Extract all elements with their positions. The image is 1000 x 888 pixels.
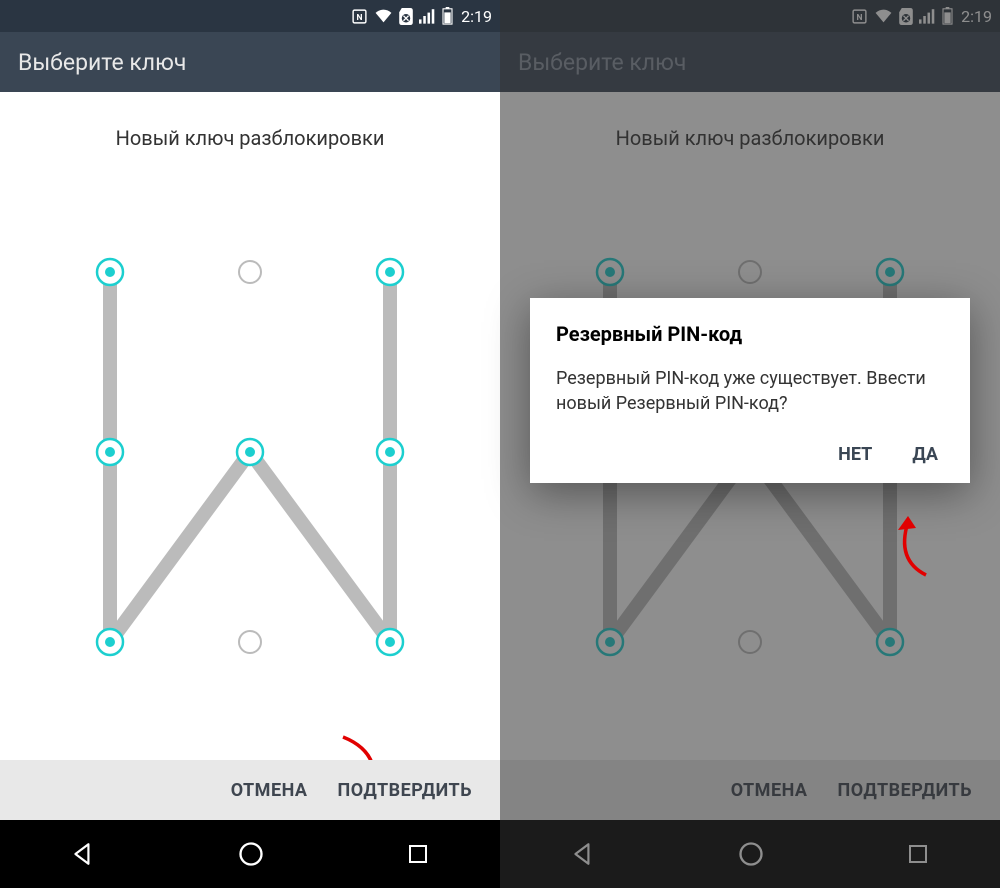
dialog-title: Резервный PIN-код (556, 322, 944, 346)
recent-icon[interactable] (406, 842, 430, 866)
screen-right: N 2:19 Выберите ключ Новый ключ разблоки… (500, 0, 1000, 888)
dialog-yes-button[interactable]: ДА (912, 444, 938, 465)
dialog-body: Резервный PIN-код уже существует. Ввести… (556, 366, 944, 416)
status-bar: N 2:19 (0, 0, 500, 32)
header-bar: Выберите ключ (0, 32, 500, 92)
cancel-button[interactable]: ОТМЕНА (231, 780, 308, 801)
nav-bar (0, 820, 500, 888)
dialog-actions: НЕТ ДА (556, 444, 944, 465)
dialog-no-button[interactable]: НЕТ (838, 444, 872, 465)
instruction-text: Новый ключ разблокировки (0, 126, 500, 150)
pin-dialog: Резервный PIN-код Резервный PIN-код уже … (530, 298, 970, 483)
pattern-lock[interactable] (80, 242, 420, 662)
back-icon[interactable] (70, 841, 96, 867)
status-time: 2:19 (461, 7, 492, 26)
signal-icon (419, 8, 436, 24)
sim-icon (399, 8, 413, 25)
header-title: Выберите ключ (18, 49, 186, 76)
svg-text:N: N (357, 13, 363, 23)
wifi-icon (374, 8, 393, 24)
confirm-button[interactable]: ПОДТВЕРДИТЬ (338, 780, 472, 801)
screen-left: N 2:19 Выберите ключ Новый ключ разблоки… (0, 0, 500, 888)
home-icon[interactable] (237, 840, 265, 868)
nfc-icon: N (351, 8, 368, 25)
battery-icon (442, 7, 453, 25)
button-bar: ОТМЕНА ПОДТВЕРДИТЬ (0, 760, 500, 820)
